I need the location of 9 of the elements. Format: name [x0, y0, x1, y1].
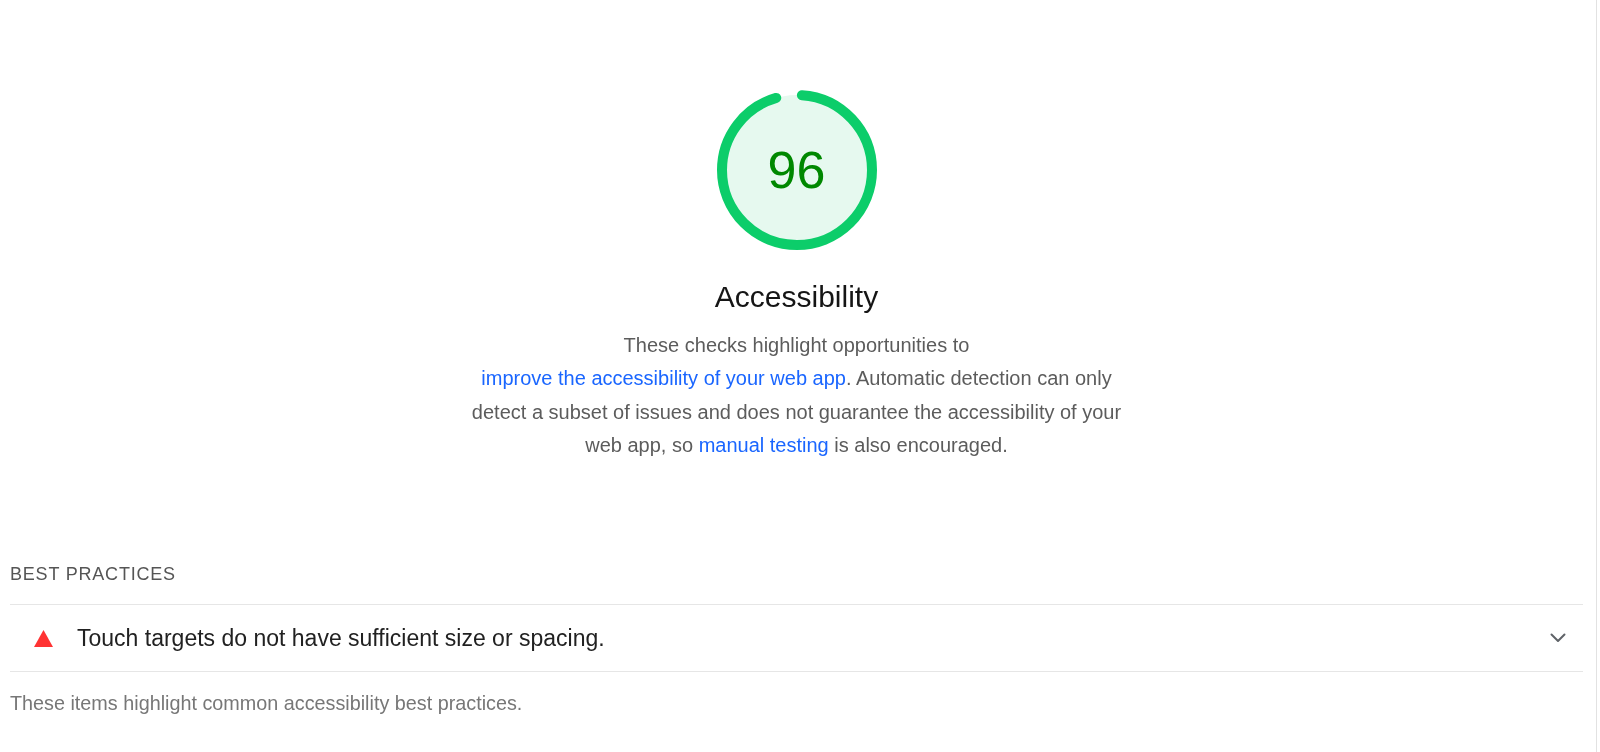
- audit-title[interactable]: Touch targets do not have sufficient size or spacing.: [77, 624, 605, 653]
- category-title: Accessibility: [714, 279, 879, 315]
- chevron-icon[interactable]: [1550, 633, 1566, 644]
- category-description: These checks highlight opportunities to improve the accessibility of your web app. Automatic detection can only detect a subset of issues and does not guarantee the accessibility of your web app, so manual testing is also encouraged.: [470, 333, 1123, 458]
- group-description: These items highlight common accessibility best practices.: [10, 691, 524, 717]
- group-heading: BEST PRACTICES: [10, 563, 177, 586]
- score-value: 96: [767, 144, 826, 196]
- inline-link[interactable]: manual testing: [698, 433, 829, 456]
- inline-link[interactable]: improve the accessibility of your web app: [481, 367, 846, 390]
